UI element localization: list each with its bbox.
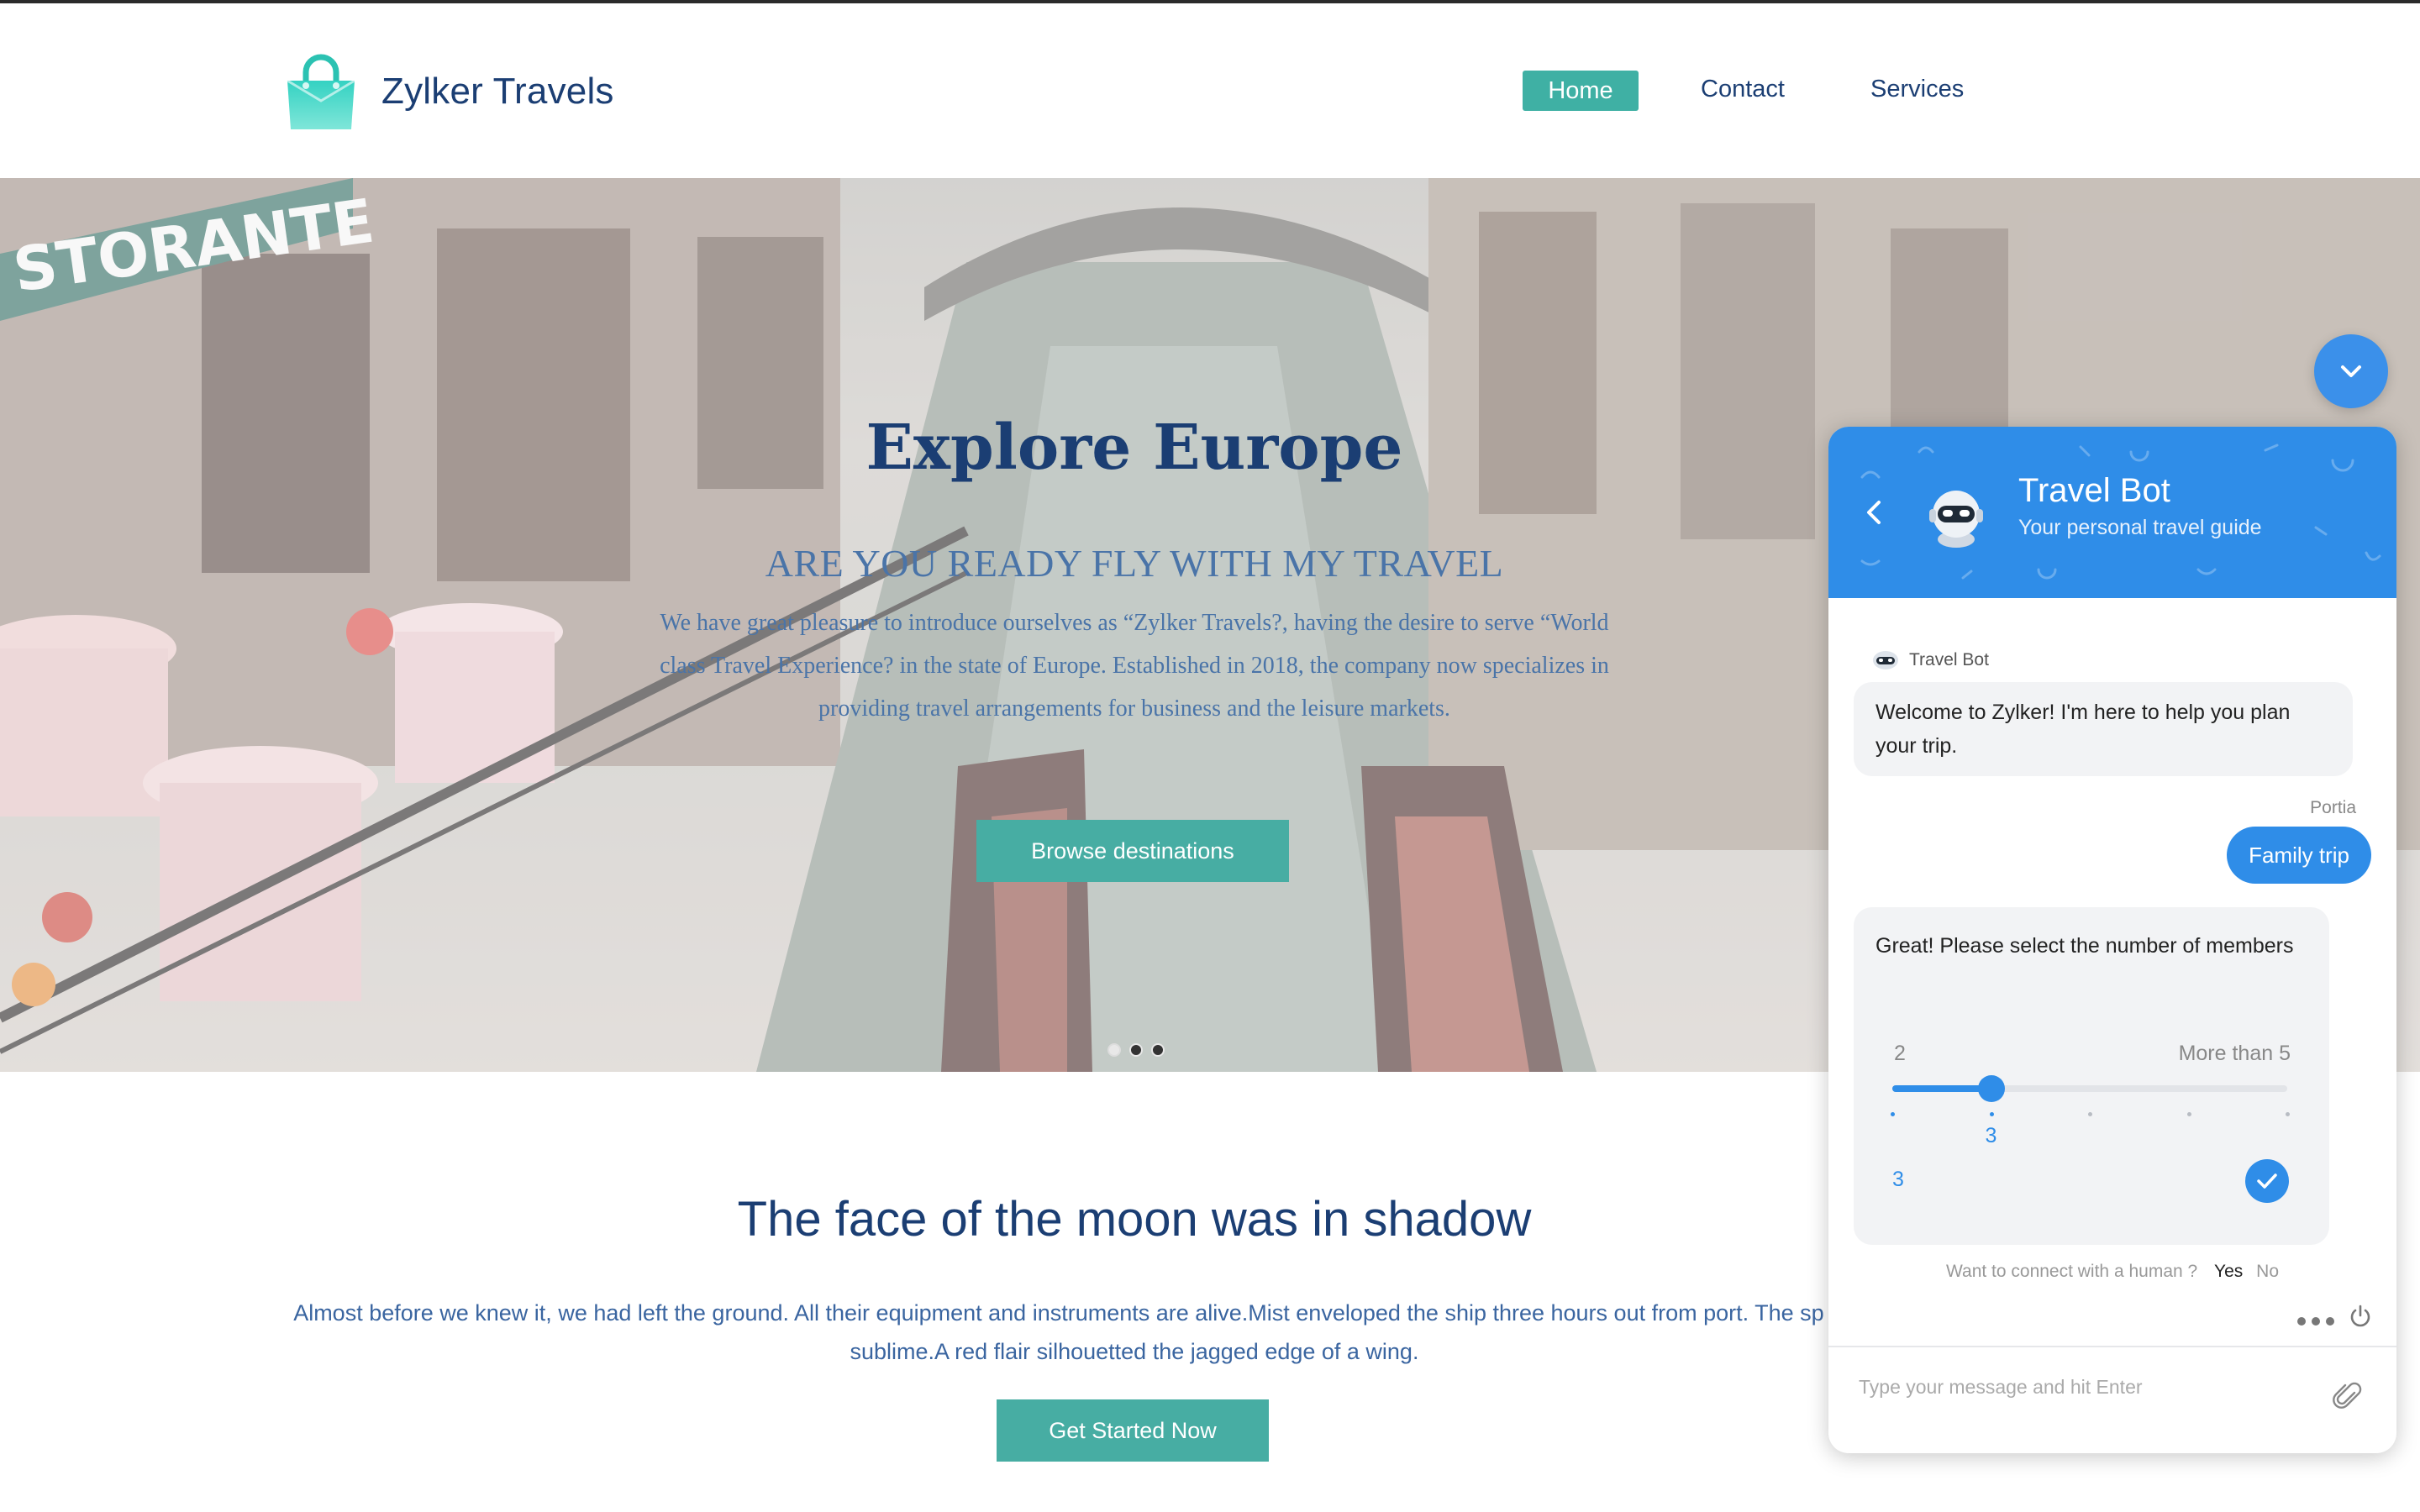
slider-min-label: 2 bbox=[1894, 1042, 1906, 1065]
bot-tagline: Your personal travel guide bbox=[2018, 516, 2262, 539]
slider-fill bbox=[1892, 1085, 1991, 1092]
nav-services-link[interactable]: Services bbox=[1870, 76, 1964, 103]
chevron-down-icon bbox=[2341, 365, 2361, 377]
header-doodle-pattern bbox=[1860, 444, 2381, 580]
slider-tick[interactable] bbox=[1891, 1112, 1895, 1116]
slider-max-label: More than 5 bbox=[2178, 1042, 2291, 1065]
slider-track[interactable] bbox=[1892, 1085, 2287, 1092]
sender-name: Travel Bot bbox=[1909, 650, 1989, 669]
chat-header: Travel Bot Your personal travel guide bbox=[1828, 427, 2396, 598]
message-input[interactable] bbox=[1859, 1357, 2329, 1441]
bot-message: Welcome to Zylker! I'm here to help you … bbox=[1854, 682, 2353, 776]
slider-value-label: 3 bbox=[1985, 1124, 1997, 1147]
brand-name[interactable]: Zylker Travels bbox=[381, 71, 614, 113]
site-header: Zylker Travels Home Contact Services bbox=[0, 3, 2420, 178]
composer-divider bbox=[1828, 1346, 2396, 1347]
nav-contact-link[interactable]: Contact bbox=[1701, 76, 1785, 103]
power-end-chat-icon[interactable] bbox=[2348, 1304, 2373, 1329]
slider-tick[interactable] bbox=[2186, 1112, 2191, 1116]
section-text: Almost before we knew it, we had left th… bbox=[293, 1300, 1975, 1364]
bot-name: Travel Bot bbox=[2018, 472, 2170, 509]
slider-thumb[interactable] bbox=[1977, 1075, 2005, 1102]
check-icon bbox=[2257, 1173, 2277, 1189]
confirm-button[interactable] bbox=[2245, 1159, 2289, 1203]
robot-mini-icon bbox=[1873, 651, 1898, 669]
more-options-icon[interactable] bbox=[2296, 1315, 2336, 1327]
carousel-dot[interactable] bbox=[1129, 1043, 1143, 1057]
human-prompt-text: Want to connect with a human ? bbox=[1945, 1262, 2198, 1281]
chat-window: Travel Bot Your personal travel guide Tr… bbox=[1828, 427, 2396, 1453]
message-sender: Travel Bot bbox=[1872, 650, 1989, 670]
hero-description: We have great pleasure to introduce ours… bbox=[660, 610, 1609, 722]
selector-question: Great! Please select the number of membe… bbox=[1876, 934, 2294, 958]
robot-avatar-icon bbox=[1929, 491, 1983, 548]
slider-tick[interactable] bbox=[2088, 1112, 2092, 1116]
nav-home-link[interactable]: Home bbox=[1523, 71, 1639, 111]
chat-minimize-button[interactable] bbox=[2314, 334, 2388, 408]
back-arrow-icon[interactable] bbox=[1862, 497, 1886, 528]
human-no-link[interactable]: No bbox=[2256, 1262, 2279, 1281]
carousel-dots bbox=[1107, 1043, 1165, 1057]
selected-value: 3 bbox=[1892, 1168, 1904, 1191]
get-started-button[interactable]: Get Started Now bbox=[997, 1399, 1269, 1462]
user-name: Portia bbox=[2310, 798, 2356, 817]
user-message: Family trip bbox=[2227, 827, 2371, 884]
shopping-bag-icon[interactable] bbox=[281, 52, 361, 133]
member-selector-card: Great! Please select the number of membe… bbox=[1854, 907, 2329, 1245]
slider-tick[interactable] bbox=[2286, 1112, 2290, 1116]
carousel-dot[interactable] bbox=[1151, 1043, 1165, 1057]
browse-destinations-button[interactable]: Browse destinations bbox=[976, 820, 1289, 882]
human-handoff-prompt: Want to connect with a human ? Yes No bbox=[1828, 1262, 2396, 1282]
human-yes-link[interactable]: Yes bbox=[2214, 1262, 2243, 1281]
paperclip-attach-icon[interactable] bbox=[2333, 1381, 2363, 1415]
slider-tick[interactable] bbox=[1989, 1112, 1994, 1116]
carousel-dot[interactable] bbox=[1107, 1043, 1121, 1057]
